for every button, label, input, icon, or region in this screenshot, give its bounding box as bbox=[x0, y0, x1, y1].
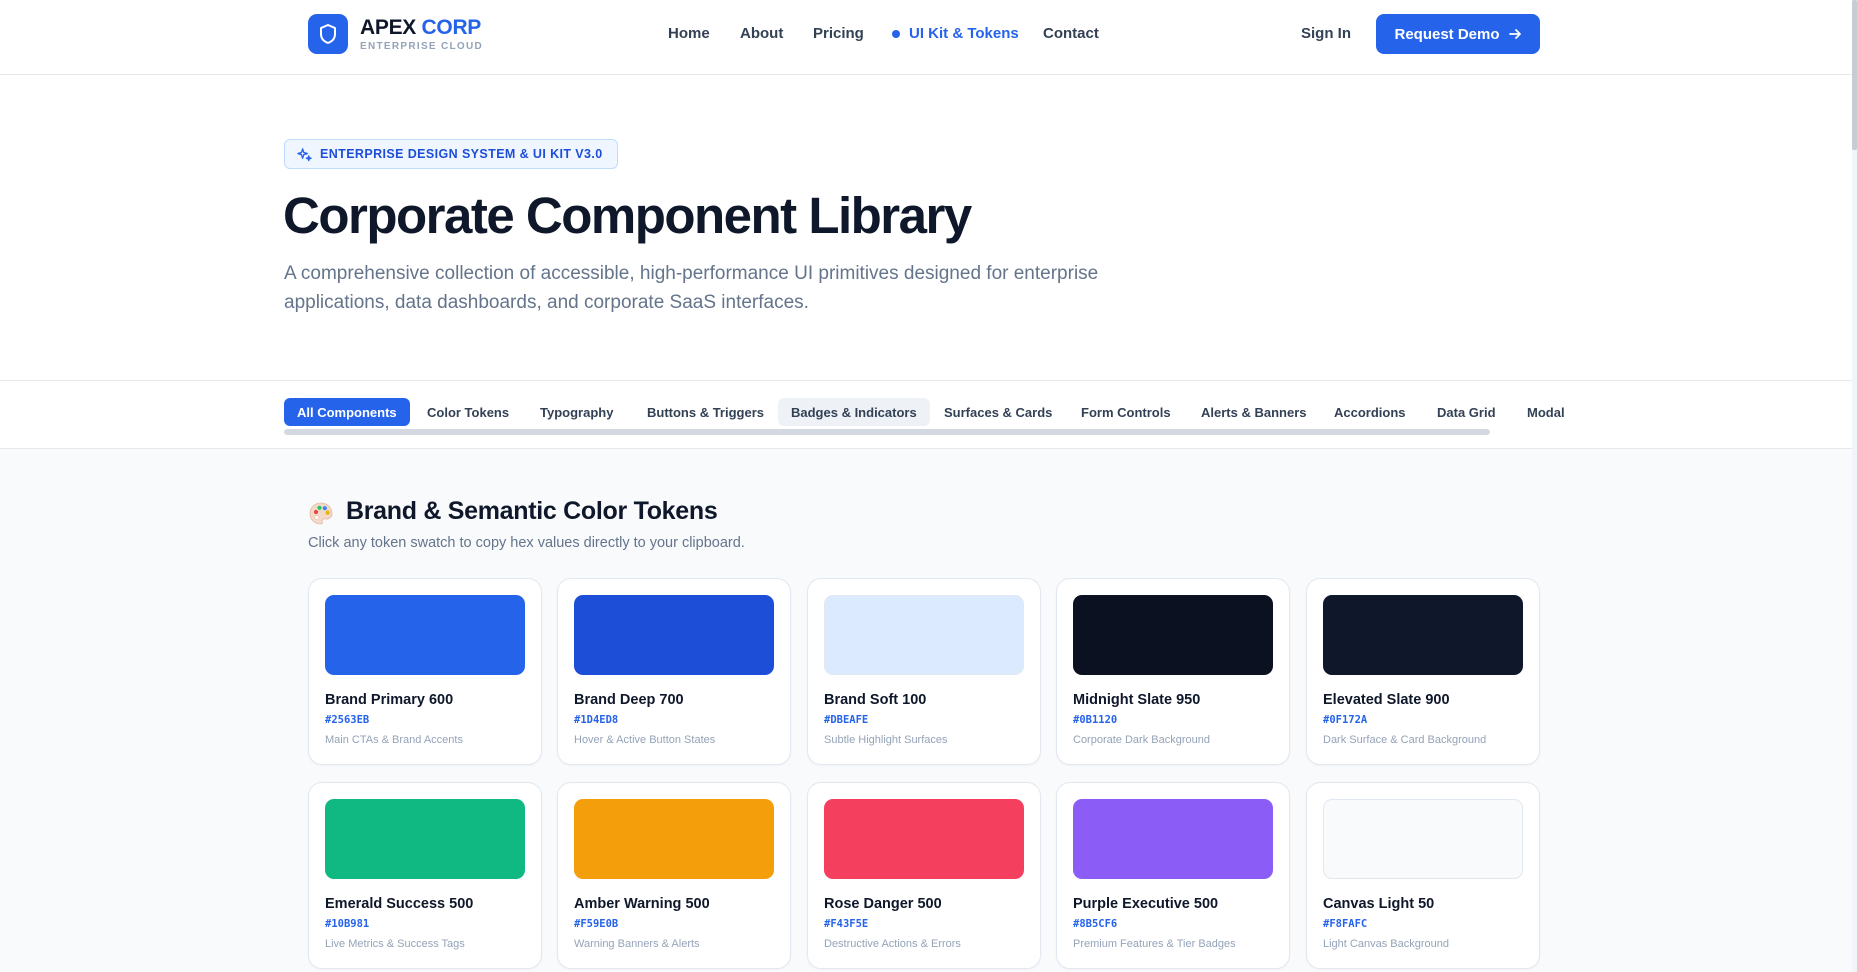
token-name: Brand Primary 600 bbox=[325, 692, 454, 708]
page-description: A comprehensive collection of accessible… bbox=[284, 263, 1099, 313]
color-swatch[interactable] bbox=[325, 595, 525, 675]
token-usage: Destructive Actions & Errors bbox=[824, 938, 961, 950]
section-title: Brand & Semantic Color Tokens bbox=[346, 497, 718, 525]
token-name: Midnight Slate 950 bbox=[1073, 692, 1201, 708]
page-title: Corporate Component Library bbox=[283, 187, 972, 244]
tab-accordions[interactable]: Accordions bbox=[1321, 398, 1419, 426]
tab-surfaces-cards[interactable]: Surfaces & Cards bbox=[931, 398, 1065, 426]
token-name: Purple Executive 500 bbox=[1073, 896, 1219, 912]
token-name: Elevated Slate 900 bbox=[1323, 692, 1450, 708]
token-hex[interactable]: #F43F5E bbox=[824, 918, 868, 930]
token-hex[interactable]: #10B981 bbox=[325, 918, 369, 930]
badge-label: ENTERPRISE DESIGN SYSTEM & UI KIT V3.0 bbox=[320, 147, 603, 161]
token-hex[interactable]: #8B5CF6 bbox=[1073, 918, 1117, 930]
nav-contact[interactable]: Contact bbox=[1043, 25, 1099, 42]
token-usage: Corporate Dark Background bbox=[1073, 734, 1210, 746]
token-usage: Warning Banners & Alerts bbox=[574, 938, 700, 950]
color-swatch[interactable] bbox=[325, 799, 525, 879]
nav-home[interactable]: Home bbox=[668, 25, 710, 42]
token-usage: Live Metrics & Success Tags bbox=[325, 938, 465, 950]
token-hex[interactable]: #0B1120 bbox=[1073, 714, 1117, 726]
token-usage: Light Canvas Background bbox=[1323, 938, 1449, 950]
design-system-version-badge: ENTERPRISE DESIGN SYSTEM & UI KIT V3.0 bbox=[284, 139, 618, 169]
color-token-card[interactable]: Brand Primary 600 #2563EB Main CTAs & Br… bbox=[308, 578, 542, 765]
tabs-horizontal-scrollbar[interactable] bbox=[284, 429, 1490, 435]
tab-form-controls[interactable]: Form Controls bbox=[1068, 398, 1184, 426]
token-usage: Main CTAs & Brand Accents bbox=[325, 734, 463, 746]
active-nav-indicator bbox=[892, 30, 900, 38]
token-hex[interactable]: #2563EB bbox=[325, 714, 369, 726]
color-swatch[interactable] bbox=[824, 595, 1024, 675]
token-hex[interactable]: #1D4ED8 bbox=[574, 714, 618, 726]
token-usage: Premium Features & Tier Badges bbox=[1073, 938, 1236, 950]
tab-all-components[interactable]: All Components bbox=[284, 398, 410, 426]
token-name: Emerald Success 500 bbox=[325, 896, 474, 912]
color-swatch[interactable] bbox=[574, 799, 774, 879]
brand-name: APEX CORP bbox=[360, 16, 482, 39]
tab-buttons-triggers[interactable]: Buttons & Triggers bbox=[634, 398, 777, 426]
color-swatch[interactable] bbox=[1073, 799, 1273, 879]
token-hex[interactable]: #F8FAFC bbox=[1323, 918, 1367, 930]
token-usage: Subtle Highlight Surfaces bbox=[824, 734, 948, 746]
arrow-right-icon bbox=[1508, 29, 1521, 39]
nav-about[interactable]: About bbox=[740, 25, 783, 42]
color-token-card[interactable]: Brand Soft 100 #DBEAFE Subtle Highlight … bbox=[807, 578, 1041, 765]
sign-in-link[interactable]: Sign In bbox=[1301, 25, 1351, 42]
tab-alerts-banners[interactable]: Alerts & Banners bbox=[1188, 398, 1319, 426]
color-token-card[interactable]: Amber Warning 500 #F59E0B Warning Banner… bbox=[557, 782, 791, 969]
tab-data-grid[interactable]: Data Grid bbox=[1424, 398, 1509, 426]
brand-logo[interactable]: APEX CORP ENTERPRISE CLOUD bbox=[360, 16, 484, 53]
color-swatch[interactable] bbox=[574, 595, 774, 675]
token-hex[interactable]: #F59E0B bbox=[574, 918, 618, 930]
top-navigation-bar: APEX CORP ENTERPRISE CLOUD Home About Pr… bbox=[0, 0, 1852, 75]
color-token-card[interactable]: Brand Deep 700 #1D4ED8 Hover & Active Bu… bbox=[557, 578, 791, 765]
palette-icon bbox=[309, 502, 333, 525]
color-swatch[interactable] bbox=[1323, 799, 1523, 879]
color-swatch[interactable] bbox=[1323, 595, 1523, 675]
request-demo-label: Request Demo bbox=[1394, 25, 1500, 43]
token-hex[interactable]: #0F172A bbox=[1323, 714, 1367, 726]
token-usage: Dark Surface & Card Background bbox=[1323, 734, 1487, 746]
color-token-card[interactable]: Emerald Success 500 #10B981 Live Metrics… bbox=[308, 782, 542, 969]
color-token-card[interactable]: Rose Danger 500 #F43F5E Destructive Acti… bbox=[807, 782, 1041, 969]
brand-subtitle: ENTERPRISE CLOUD bbox=[360, 41, 484, 52]
token-usage: Hover & Active Button States bbox=[574, 734, 716, 746]
token-hex[interactable]: #DBEAFE bbox=[824, 714, 868, 726]
color-token-card[interactable]: Elevated Slate 900 #0F172A Dark Surface … bbox=[1306, 578, 1540, 765]
token-name: Rose Danger 500 bbox=[824, 896, 942, 912]
tab-badges-indicators[interactable]: Badges & Indicators bbox=[778, 398, 930, 426]
token-name: Brand Soft 100 bbox=[824, 692, 927, 708]
section-subtitle: Click any token swatch to copy hex value… bbox=[308, 535, 745, 551]
color-swatch[interactable] bbox=[824, 799, 1024, 879]
tab-typography[interactable]: Typography bbox=[527, 398, 626, 426]
color-swatch[interactable] bbox=[1073, 595, 1273, 675]
shield-logo-icon[interactable] bbox=[308, 14, 348, 54]
nav-pricing[interactable]: Pricing bbox=[813, 25, 864, 42]
tab-modal[interactable]: Modal bbox=[1514, 398, 1578, 426]
token-name: Brand Deep 700 bbox=[574, 692, 684, 708]
scrollbar-thumb[interactable] bbox=[1852, 0, 1857, 150]
nav-ui-kit-tokens[interactable]: UI Kit & Tokens bbox=[909, 25, 1019, 42]
color-token-card[interactable]: Midnight Slate 950 #0B1120 Corporate Dar… bbox=[1056, 578, 1290, 765]
color-token-card[interactable]: Canvas Light 50 #F8FAFC Light Canvas Bac… bbox=[1306, 782, 1540, 969]
token-name: Amber Warning 500 bbox=[574, 896, 710, 912]
sparkles-icon bbox=[297, 147, 312, 161]
request-demo-button[interactable]: Request Demo bbox=[1376, 14, 1540, 54]
color-token-card[interactable]: Purple Executive 500 #8B5CF6 Premium Fea… bbox=[1056, 782, 1290, 969]
component-filter-tabs: All Components Color Tokens Typography B… bbox=[0, 380, 1852, 449]
tab-color-tokens[interactable]: Color Tokens bbox=[414, 398, 522, 426]
token-name: Canvas Light 50 bbox=[1323, 896, 1435, 912]
